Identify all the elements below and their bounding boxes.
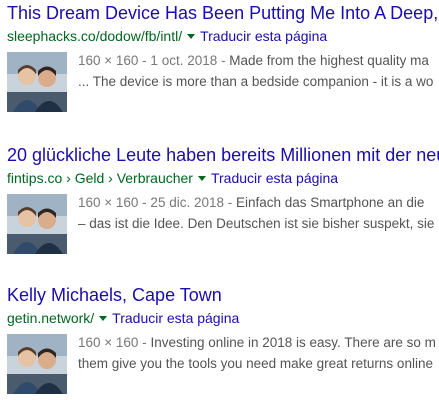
thumbnail-image[interactable] bbox=[7, 52, 67, 112]
result-body: 160 × 160 - Investing online in 2018 is … bbox=[7, 332, 439, 400]
result-snippet: 160 × 160 - 1 oct. 2018 - Made from the … bbox=[78, 50, 439, 92]
snippet-line: Made from the highest quality ma bbox=[229, 53, 429, 68]
snippet-line: them give you the tools you need make gr… bbox=[78, 356, 433, 371]
search-result: Kelly Michaels, Cape Town getin.network/… bbox=[7, 284, 439, 400]
result-url-line: fintips.co › Geld › Verbraucher Traducir … bbox=[7, 169, 439, 187]
dropdown-arrow-icon[interactable] bbox=[187, 34, 196, 39]
dropdown-arrow-icon[interactable] bbox=[197, 176, 206, 181]
result-url: getin.network/ bbox=[7, 310, 95, 326]
thumbnail-image[interactable] bbox=[7, 194, 67, 254]
result-body: 160 × 160 - 25 dic. 2018 - Einfach das S… bbox=[7, 192, 439, 260]
snippet-line: – das ist die Idee. Den Deutschen ist si… bbox=[78, 216, 435, 231]
translate-link[interactable]: Traducir esta página bbox=[112, 310, 239, 326]
result-meta: 160 × 160 - bbox=[78, 335, 151, 350]
translate-link[interactable]: Traducir esta página bbox=[200, 28, 327, 44]
result-snippet: 160 × 160 - Investing online in 2018 is … bbox=[78, 332, 439, 374]
result-url: sleephacks.co/dodow/fb/intl/ bbox=[7, 28, 183, 44]
search-result: This Dream Device Has Been Putting Me In… bbox=[7, 2, 439, 118]
snippet-line: Einfach das Smartphone an die bbox=[236, 195, 425, 210]
result-title-link[interactable]: 20 glückliche Leute haben bereits Millio… bbox=[7, 144, 439, 166]
result-snippet: 160 × 160 - 25 dic. 2018 - Einfach das S… bbox=[78, 192, 439, 234]
result-title-link[interactable]: This Dream Device Has Been Putting Me In… bbox=[7, 2, 439, 24]
snippet-line: ... The device is more than a bedside co… bbox=[78, 74, 434, 89]
result-body: 160 × 160 - 1 oct. 2018 - Made from the … bbox=[7, 50, 439, 118]
result-meta: 160 × 160 - 1 oct. 2018 - bbox=[78, 53, 230, 68]
search-result: 20 glückliche Leute haben bereits Millio… bbox=[7, 144, 439, 260]
snippet-line: Investing online in 2018 is easy. There … bbox=[150, 335, 436, 350]
result-url-line: getin.network/Traducir esta página bbox=[7, 309, 439, 327]
result-meta: 160 × 160 - 25 dic. 2018 - bbox=[78, 195, 236, 210]
dropdown-arrow-icon[interactable] bbox=[99, 316, 108, 321]
result-url-line: sleephacks.co/dodow/fb/intl/Traducir est… bbox=[7, 27, 439, 45]
result-title-link[interactable]: Kelly Michaels, Cape Town bbox=[7, 284, 439, 306]
translate-link[interactable]: Traducir esta página bbox=[211, 170, 338, 186]
result-url: fintips.co › Geld › Verbraucher bbox=[7, 170, 193, 186]
thumbnail-image[interactable] bbox=[7, 334, 67, 394]
